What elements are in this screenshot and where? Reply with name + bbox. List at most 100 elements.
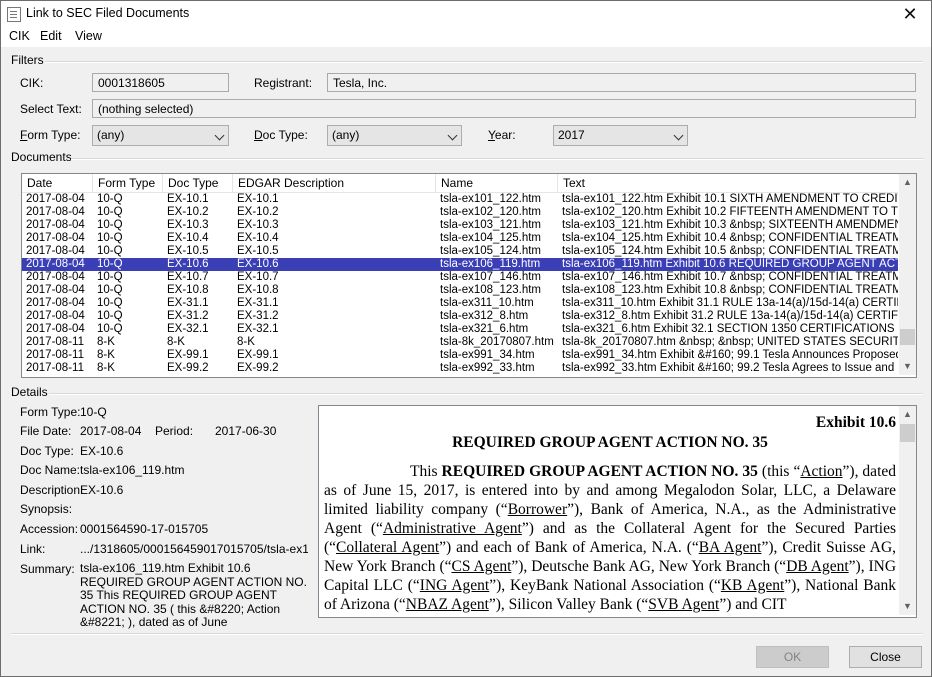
cell-text: tsla-ex321_6.htm Exhibit 32.1 SECTION 13… — [562, 323, 898, 335]
year-select[interactable]: 2017 — [553, 125, 688, 146]
table-row[interactable]: 2017-08-04 10-Q EX-31.2 EX-31.2 tsla-ex312_8… — [22, 310, 898, 323]
doc-type-select[interactable]: (any) — [327, 125, 462, 146]
scroll-up-icon[interactable]: ▲ — [899, 406, 916, 423]
scroll-thumb[interactable] — [900, 329, 915, 345]
cell-text: tsla-ex991_34.htm Exhibit &#160; 99.1 Te… — [562, 349, 898, 361]
detail-accession-label: Accession: — [20, 522, 79, 536]
cell-name: tsla-ex106_119.htm — [440, 258, 541, 270]
chevron-down-icon — [447, 130, 458, 141]
cell-date: 2017-08-04 — [26, 258, 85, 270]
details-divider — [49, 393, 923, 395]
column-header-doc-type[interactable]: Doc Type — [163, 174, 233, 192]
registrant-field[interactable]: Tesla, Inc. — [327, 73, 916, 92]
cell-edgar-description: EX-99.2 — [237, 362, 279, 374]
year-label: Year: — [488, 128, 516, 142]
cell-form-type: 10-Q — [97, 310, 123, 322]
preview-paragraph: This REQUIRED GROUP AGENT ACTION NO. 35 … — [324, 463, 897, 613]
scroll-thumb[interactable] — [900, 424, 915, 442]
column-header-date[interactable]: Date — [22, 174, 93, 192]
menu-view[interactable]: View — [75, 29, 102, 43]
chevron-down-icon — [214, 130, 225, 141]
table-row[interactable]: 2017-08-04 10-Q EX-10.7 EX-10.7 tsla-ex107_1… — [22, 271, 898, 284]
cell-date: 2017-08-04 — [26, 219, 85, 231]
filters-section-label: Filters — [11, 53, 44, 67]
scroll-down-icon[interactable]: ▼ — [899, 598, 916, 615]
cell-text: tsla-ex108_123.htm Exhibit 10.8 &nbsp; C… — [562, 284, 898, 296]
detail-form-type-label: Form Type: — [20, 405, 81, 419]
detail-doc-name-label: Doc Name: — [20, 463, 81, 477]
close-window-button[interactable]: ✕ — [889, 1, 931, 27]
cell-date: 2017-08-04 — [26, 310, 85, 322]
table-row[interactable]: 2017-08-11 8-K EX-99.2 EX-99.2 tsla-ex992_33… — [22, 362, 898, 375]
column-header-text[interactable]: Text — [558, 174, 898, 192]
cell-name: tsla-ex103_121.htm — [440, 219, 542, 231]
preview-exhibit-number: Exhibit 10.6 — [815, 414, 896, 431]
column-header-name[interactable]: Name — [436, 174, 558, 192]
cell-text: tsla-ex312_8.htm Exhibit 31.2 RULE 13a-1… — [562, 310, 898, 322]
column-header-edgar-description[interactable]: EDGAR Description — [233, 174, 436, 192]
cell-doc-type: EX-99.1 — [167, 349, 209, 361]
cell-edgar-description: EX-10.6 — [237, 258, 279, 270]
detail-link-value[interactable]: .../1318605/000156459017015705/tsla-ex10… — [80, 542, 308, 556]
documents-list-scrollbar[interactable]: ▲ ▼ — [899, 174, 916, 375]
table-row[interactable]: 2017-08-04 10-Q EX-10.3 EX-10.3 tsla-ex103_1… — [22, 219, 898, 232]
close-button[interactable]: Close — [849, 646, 922, 668]
table-row[interactable]: 2017-08-04 10-Q EX-10.8 EX-10.8 tsla-ex108_1… — [22, 284, 898, 297]
table-row[interactable]: 2017-08-11 8-K EX-99.1 EX-99.1 tsla-ex991_34… — [22, 349, 898, 362]
form-type-select[interactable]: (any) — [92, 125, 229, 146]
cell-name: tsla-ex101_122.htm — [440, 193, 542, 205]
cell-form-type: 10-Q — [97, 297, 123, 309]
scroll-up-icon[interactable]: ▲ — [899, 174, 916, 191]
scroll-down-icon[interactable]: ▼ — [899, 358, 916, 375]
table-row[interactable]: 2017-08-04 10-Q EX-32.1 EX-32.1 tsla-ex321_6… — [22, 323, 898, 336]
preview-scrollbar[interactable]: ▲ ▼ — [899, 406, 916, 615]
cell-text: tsla-ex992_33.htm Exhibit &#160; 99.2 Te… — [562, 362, 898, 374]
cell-date: 2017-08-04 — [26, 193, 85, 205]
dialog-window: Link to SEC Filed Documents ✕ CIK Edit V… — [0, 0, 932, 677]
cell-text: tsla-ex102_120.htm Exhibit 10.2 FIFTEENT… — [562, 206, 898, 218]
table-row-selected[interactable]: 2017-08-04 10-Q EX-10.6 EX-10.6 tsla-ex106_1… — [22, 258, 898, 271]
cell-date: 2017-08-04 — [26, 245, 85, 257]
cell-text: tsla-ex101_122.htm Exhibit 10.1 SIXTH AM… — [562, 193, 898, 205]
cik-field[interactable]: 0001318605 — [92, 73, 229, 92]
cell-date: 2017-08-04 — [26, 323, 85, 335]
cell-doc-type: EX-32.1 — [167, 323, 209, 335]
ok-button[interactable]: OK — [756, 646, 829, 668]
cell-form-type: 8-K — [97, 349, 115, 361]
table-row[interactable]: 2017-08-11 8-K 8-K 8-K tsla-8k_20170807.htm t… — [22, 336, 898, 349]
table-row[interactable]: 2017-08-04 10-Q EX-10.5 EX-10.5 tsla-ex105_1… — [22, 245, 898, 258]
cell-edgar-description: 8-K — [237, 336, 255, 348]
cell-name: tsla-ex311_10.htm — [440, 297, 534, 309]
cell-edgar-description: EX-31.1 — [237, 297, 279, 309]
cell-date: 2017-08-04 — [26, 284, 85, 296]
cell-name: tsla-ex105_124.htm — [440, 245, 542, 257]
cell-form-type: 10-Q — [97, 193, 123, 205]
documents-list-header: Date Form Type Doc Type EDGAR Descriptio… — [22, 174, 898, 193]
filters-divider — [45, 61, 923, 63]
cell-edgar-description: EX-10.5 — [237, 245, 279, 257]
table-row[interactable]: 2017-08-04 10-Q EX-10.4 EX-10.4 tsla-ex104_1… — [22, 232, 898, 245]
cell-text: tsla-ex311_10.htm Exhibit 31.1 RULE 13a-… — [562, 297, 898, 309]
cell-name: tsla-ex312_8.htm — [440, 310, 529, 322]
table-row[interactable]: 2017-08-04 10-Q EX-10.1 EX-10.1 tsla-ex101_1… — [22, 193, 898, 206]
cell-name: tsla-8k_20170807.htm — [440, 336, 554, 348]
select-text-field[interactable]: (nothing selected) — [92, 99, 916, 118]
documents-list[interactable]: Date Form Type Doc Type EDGAR Descriptio… — [21, 173, 917, 378]
detail-doc-type-value: EX-10.6 — [80, 444, 124, 458]
cell-edgar-description: EX-32.1 — [237, 323, 279, 335]
cell-date: 2017-08-04 — [26, 271, 85, 283]
detail-synopsis-label: Synopsis: — [20, 502, 73, 516]
menu-cik[interactable]: CIK — [9, 29, 30, 43]
cell-text: tsla-ex107_146.htm Exhibit 10.7 &nbsp; C… — [562, 271, 898, 283]
table-row[interactable]: 2017-08-04 10-Q EX-31.1 EX-31.1 tsla-ex311_1… — [22, 297, 898, 310]
cell-name: tsla-ex104_125.htm — [440, 232, 542, 244]
table-row[interactable]: 2017-08-04 10-Q EX-10.2 EX-10.2 tsla-ex102_1… — [22, 206, 898, 219]
column-header-form-type[interactable]: Form Type — [93, 174, 163, 192]
cell-form-type: 8-K — [97, 362, 115, 374]
cell-date: 2017-08-04 — [26, 297, 85, 309]
cell-edgar-description: EX-10.7 — [237, 271, 279, 283]
detail-period-value: 2017-06-30 — [215, 424, 277, 438]
document-preview[interactable]: Exhibit 10.6 REQUIRED GROUP AGENT ACTION… — [318, 405, 917, 618]
cell-form-type: 10-Q — [97, 206, 123, 218]
menu-edit[interactable]: Edit — [40, 29, 62, 43]
